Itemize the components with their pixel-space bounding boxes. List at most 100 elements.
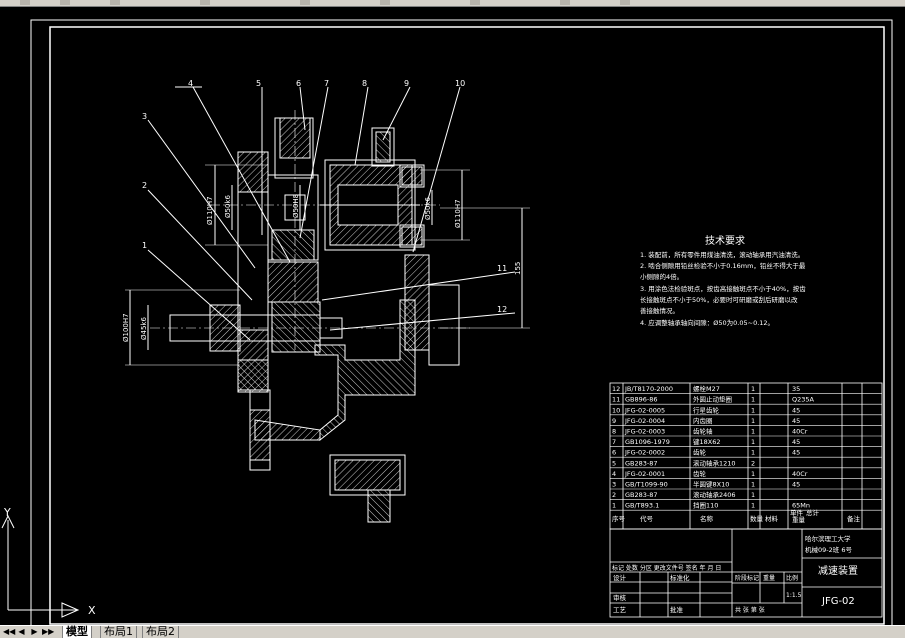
bom-header-weight: 重量 <box>792 516 806 524</box>
bom-cell-no: 8 <box>612 428 616 436</box>
part-label: 8 <box>362 79 367 88</box>
bom-cell-name: 螺栓M27 <box>693 384 720 393</box>
bom-cell-qty: 1 <box>751 406 755 414</box>
bom-cell-qty: 1 <box>751 417 755 425</box>
bom-cell-material: 45 <box>792 417 800 425</box>
drawing-canvas[interactable]: 1 2 3 4 5 6 7 8 9 10 11 12 Ø110H7 Ø50k6 … <box>0 7 905 625</box>
bom-cell-name: 半圆键8X10 <box>693 480 729 489</box>
bom-cell-no: 4 <box>612 470 616 478</box>
weight-label: 重量 <box>763 574 775 582</box>
part-label: 2 <box>142 181 147 190</box>
bom-cell-no: 1 <box>612 502 616 510</box>
process-label: 工艺 <box>613 606 627 614</box>
bom-cell-material: 35 <box>792 385 800 393</box>
part-label: 12 <box>497 305 507 314</box>
tech-req-title: 技术要求 <box>705 234 745 247</box>
bom-cell-name: 齿轮 <box>693 448 707 457</box>
tech-req-line: 2. 啮合侧隙用铅丝检验不小于0.16mm，铅丝不得大于最 <box>640 261 806 270</box>
scale-label: 比例 <box>786 574 798 582</box>
bom-cell-name: 滚动轴承1210 <box>693 458 736 467</box>
tech-req-line: 善接触情况。 <box>640 306 679 315</box>
bom-cell-no: 5 <box>612 459 616 467</box>
toolbar-button[interactable] <box>470 0 480 5</box>
bom-header-no: 序号 <box>612 514 626 523</box>
standard-label: 标准化 <box>670 573 690 582</box>
bom-header-name: 名称 <box>700 514 714 523</box>
toolbar-button[interactable] <box>60 0 70 5</box>
bom-cell-material: Q235A <box>792 396 815 404</box>
bom-cell-qty: 1 <box>751 438 755 446</box>
part-label: 10 <box>455 79 465 88</box>
bom-cell-name: 行星齿轮 <box>693 405 720 414</box>
bom-cell-code: GB/T1099-90 <box>625 481 668 489</box>
bom-cell-name: 内齿圈 <box>693 416 713 425</box>
tab-layout1[interactable]: 布局1 <box>100 626 137 638</box>
school-name: 哈尔滨理工大学 <box>805 534 851 543</box>
bom-cell-no: 11 <box>612 396 620 404</box>
approve-label: 批准 <box>670 605 684 614</box>
toolbar-button[interactable] <box>380 0 390 5</box>
bom-rows: 12 JB/T8170-2000 螺栓M27 1 3511 GB896-86 外圆止动垫圈 1… <box>610 384 882 524</box>
dim-label: Ø50k6 <box>424 197 432 220</box>
bom-cell-no: 10 <box>612 406 620 414</box>
ucs-x-label: X <box>88 604 96 617</box>
dim-label: Ø50H8 <box>292 194 300 218</box>
bom-cell-no: 12 <box>612 385 620 393</box>
bom-cell-material: 45 <box>792 481 800 489</box>
revision-row: 标记 处数 分区 更改文件号 签名 年 月 日 <box>612 564 721 572</box>
bom-cell-name: 齿轮轴 <box>693 427 713 436</box>
bom-cell-qty: 1 <box>751 396 755 404</box>
title-block-text: 标记 处数 分区 更改文件号 签名 年 月 日 设计 标准化 审核 工艺 批准 … <box>612 534 858 614</box>
tech-req-line: 3. 用涂色法检验斑点，按齿高接触斑点不小于40%，按齿 <box>640 284 806 293</box>
first-tab-icon[interactable]: ◀◀ <box>3 627 15 637</box>
bom-header-remark: 备注 <box>847 514 861 523</box>
bom-cell-name: 外圆止动垫圈 <box>693 395 732 404</box>
bom-cell-name: 挡圈110 <box>693 501 718 510</box>
dim-label: 155 <box>514 262 522 275</box>
part-label: 11 <box>497 264 507 273</box>
dim-label: Ø110H7 <box>454 199 462 228</box>
bom-cell-material: 45 <box>792 438 800 446</box>
scale-value: 1:1.5 <box>786 592 802 599</box>
next-tab-icon[interactable]: ▶ <box>29 627 40 637</box>
toolbar-button[interactable] <box>560 0 570 5</box>
design-label: 设计 <box>613 573 627 582</box>
bom-cell-no: 2 <box>612 491 616 499</box>
review-label: 审核 <box>613 593 627 602</box>
class-name: 机械09-2班 6号 <box>805 545 852 554</box>
sheets-label: 共 张 第 张 <box>735 606 765 614</box>
dim-label: Ø110H7 <box>206 196 214 225</box>
toolbar-button[interactable] <box>110 0 120 5</box>
bom-cell-material: 45 <box>792 449 800 457</box>
bom-cell-code: JFG-02-0002 <box>624 449 665 457</box>
assembly-view <box>125 86 530 523</box>
part-label: 3 <box>142 112 147 121</box>
bom-cell-code: JFG-02-0005 <box>624 406 665 414</box>
toolbar-button[interactable] <box>300 0 310 5</box>
bom-cell-qty: 1 <box>751 428 755 436</box>
bom-cell-qty: 1 <box>751 502 755 510</box>
prev-tab-icon[interactable]: ◀ <box>16 627 27 637</box>
toolbar-button[interactable] <box>200 0 210 5</box>
tab-model[interactable]: 模型 <box>62 626 92 638</box>
bom-cell-qty: 1 <box>751 449 755 457</box>
toolbar <box>0 0 905 7</box>
part-label: 4 <box>188 79 193 88</box>
bom-cell-qty: 1 <box>751 491 755 499</box>
tab-layout2[interactable]: 布局2 <box>142 626 179 638</box>
bom-cell-code: GB1096-1979 <box>625 438 670 446</box>
ucs-icon <box>1 514 80 618</box>
bom-header-code: 代号 <box>640 514 654 523</box>
tech-req-line: 小侧隙的4倍。 <box>640 272 683 281</box>
last-tab-icon[interactable]: ▶▶ <box>42 627 54 637</box>
part-label: 9 <box>404 79 409 88</box>
bom-cell-name: 滚动轴承2406 <box>693 490 736 499</box>
bom-cell-no: 6 <box>612 449 616 457</box>
bom-header-unit_weight: 单件 <box>790 508 804 517</box>
tech-req-line: 长接触斑点不小于50%，必要时可研磨或刮后研磨以改 <box>640 295 798 304</box>
bom-cell-name: 齿轮 <box>693 469 707 478</box>
stage-label: 阶段标记 <box>735 574 759 582</box>
toolbar-button[interactable] <box>620 0 630 5</box>
toolbar-button[interactable] <box>20 0 30 5</box>
drawing-number: JFG-02 <box>821 596 855 607</box>
